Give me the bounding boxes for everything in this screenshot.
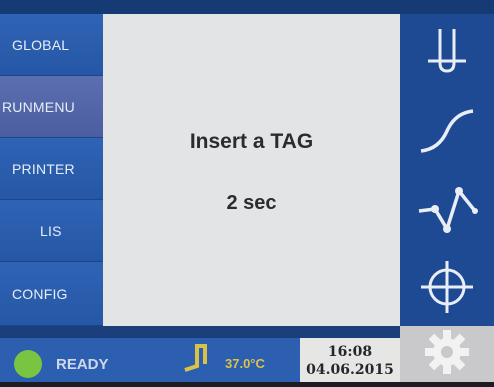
menu-item-printer[interactable]: PRINTER <box>0 138 103 200</box>
menu-item-label: PRINTER <box>12 160 75 177</box>
thermometer-icon <box>183 342 217 387</box>
menu-item-label: RUNMENU <box>2 98 75 115</box>
countdown-timer: 2 sec <box>226 192 277 214</box>
curve-button[interactable] <box>400 92 494 170</box>
settings-button[interactable] <box>400 326 494 382</box>
insert-tag-message: Insert a TAG <box>189 130 314 153</box>
clock-date: 04.06.2015 <box>306 362 394 378</box>
temperature-display: 37.0°C <box>165 338 300 382</box>
curve-icon <box>417 103 477 159</box>
menu-item-lis[interactable]: LIS <box>0 200 103 262</box>
ready-indicator-icon <box>14 350 42 378</box>
graph-button[interactable] <box>400 170 494 248</box>
menu-item-label: CONFIG <box>12 285 68 302</box>
crosshair-icon <box>417 257 477 317</box>
menu-item-label: GLOBAL <box>12 36 70 53</box>
graph-icon <box>415 181 479 237</box>
tube-icon <box>422 23 472 83</box>
gear-icon <box>423 328 471 381</box>
menu-item-label: LIS <box>40 222 62 239</box>
temperature-value: 37.0°C <box>225 356 265 371</box>
menu-item-global[interactable]: GLOBAL <box>0 14 103 76</box>
menu-item-config[interactable]: CONFIG <box>0 262 103 326</box>
status-indicator: READY <box>0 338 165 382</box>
clock: 16:08 04.06.2015 <box>300 338 400 382</box>
left-menu: GLOBAL RUNMENU PRINTER LIS CONFIG <box>0 14 103 326</box>
target-button[interactable] <box>400 248 494 326</box>
clock-time: 16:08 <box>327 344 373 360</box>
status-label: READY <box>56 356 109 373</box>
menu-item-runmenu[interactable]: RUNMENU <box>0 76 103 138</box>
right-toolbar <box>400 14 494 326</box>
message-panel: Insert a TAG 2 sec <box>103 14 400 326</box>
tube-button[interactable] <box>400 14 494 92</box>
device-screen: GLOBAL RUNMENU PRINTER LIS CONFIG Insert… <box>0 0 494 382</box>
